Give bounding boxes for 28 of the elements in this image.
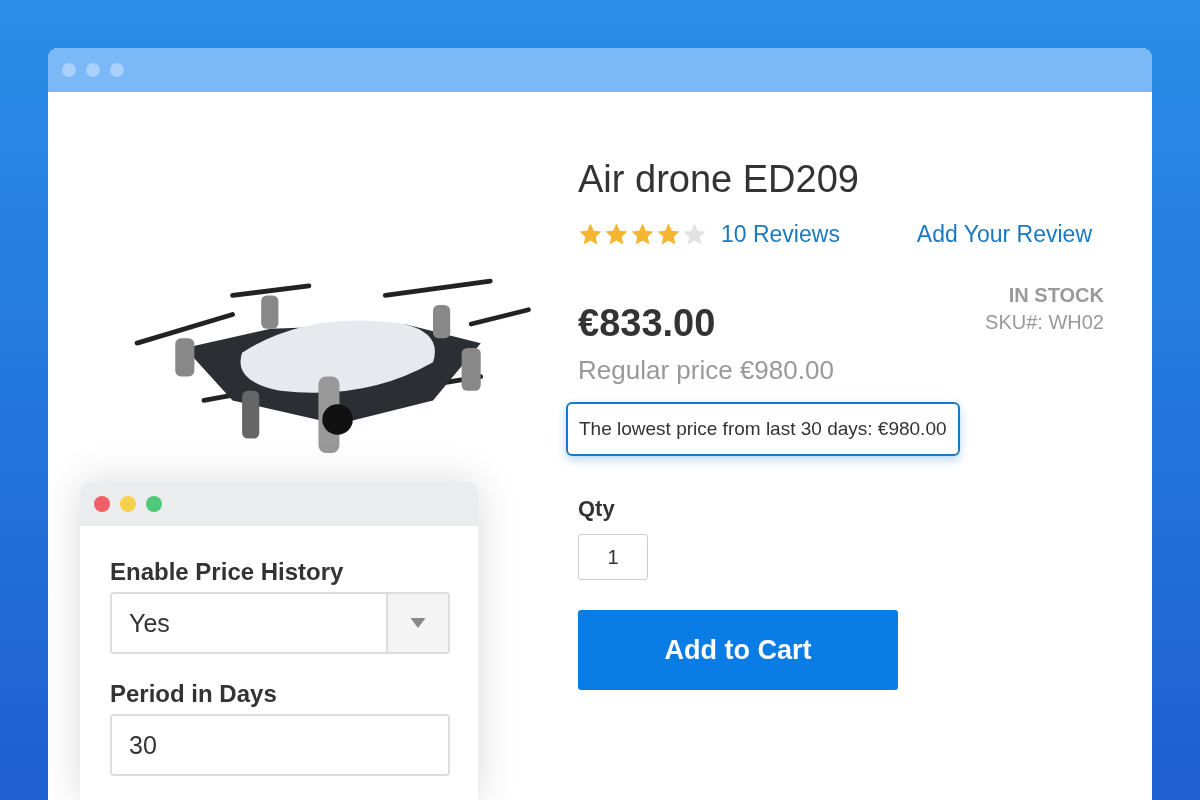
- maximize-dot-icon[interactable]: [146, 496, 162, 512]
- regular-price: Regular price €980.00: [578, 355, 834, 386]
- field-label: Period in Days: [110, 680, 278, 708]
- window-dot-icon: [62, 63, 76, 77]
- star-icon: [656, 222, 681, 247]
- star-icon: [578, 222, 603, 247]
- period-field[interactable]: 30: [110, 714, 450, 776]
- caret-icon[interactable]: [386, 594, 448, 652]
- dropdown-field[interactable]: Yes: [110, 592, 450, 654]
- star-icon: [630, 222, 655, 247]
- qty-field[interactable]: 1: [578, 534, 648, 580]
- sku-text: SKU#: WH02: [985, 310, 1104, 335]
- dropdown-value: Yes: [128, 608, 171, 638]
- window-dot-icon: [86, 63, 100, 77]
- qty-label: Qty: [578, 496, 615, 522]
- window-dot-icon: [110, 63, 124, 77]
- lowest-price-notice: The lowest price from last 30 days: €980.00: [566, 402, 960, 456]
- star-icon: [682, 222, 707, 247]
- reviews-link[interactable]: 10 Reviews: [721, 221, 840, 248]
- product-price: €833.00: [578, 302, 716, 345]
- add-to-cart-button[interactable]: Add to Cart: [578, 610, 898, 690]
- add-review-link[interactable]: Add Your Review: [916, 221, 1092, 248]
- minimize-dot-icon[interactable]: [120, 496, 136, 512]
- field-label: Enable Price History: [110, 558, 345, 586]
- product-title: Air drone ED209: [578, 157, 859, 201]
- star-icon: [604, 222, 629, 247]
- close-dot-icon[interactable]: [94, 496, 110, 512]
- stock-status: IN STOCK: [1007, 283, 1104, 308]
